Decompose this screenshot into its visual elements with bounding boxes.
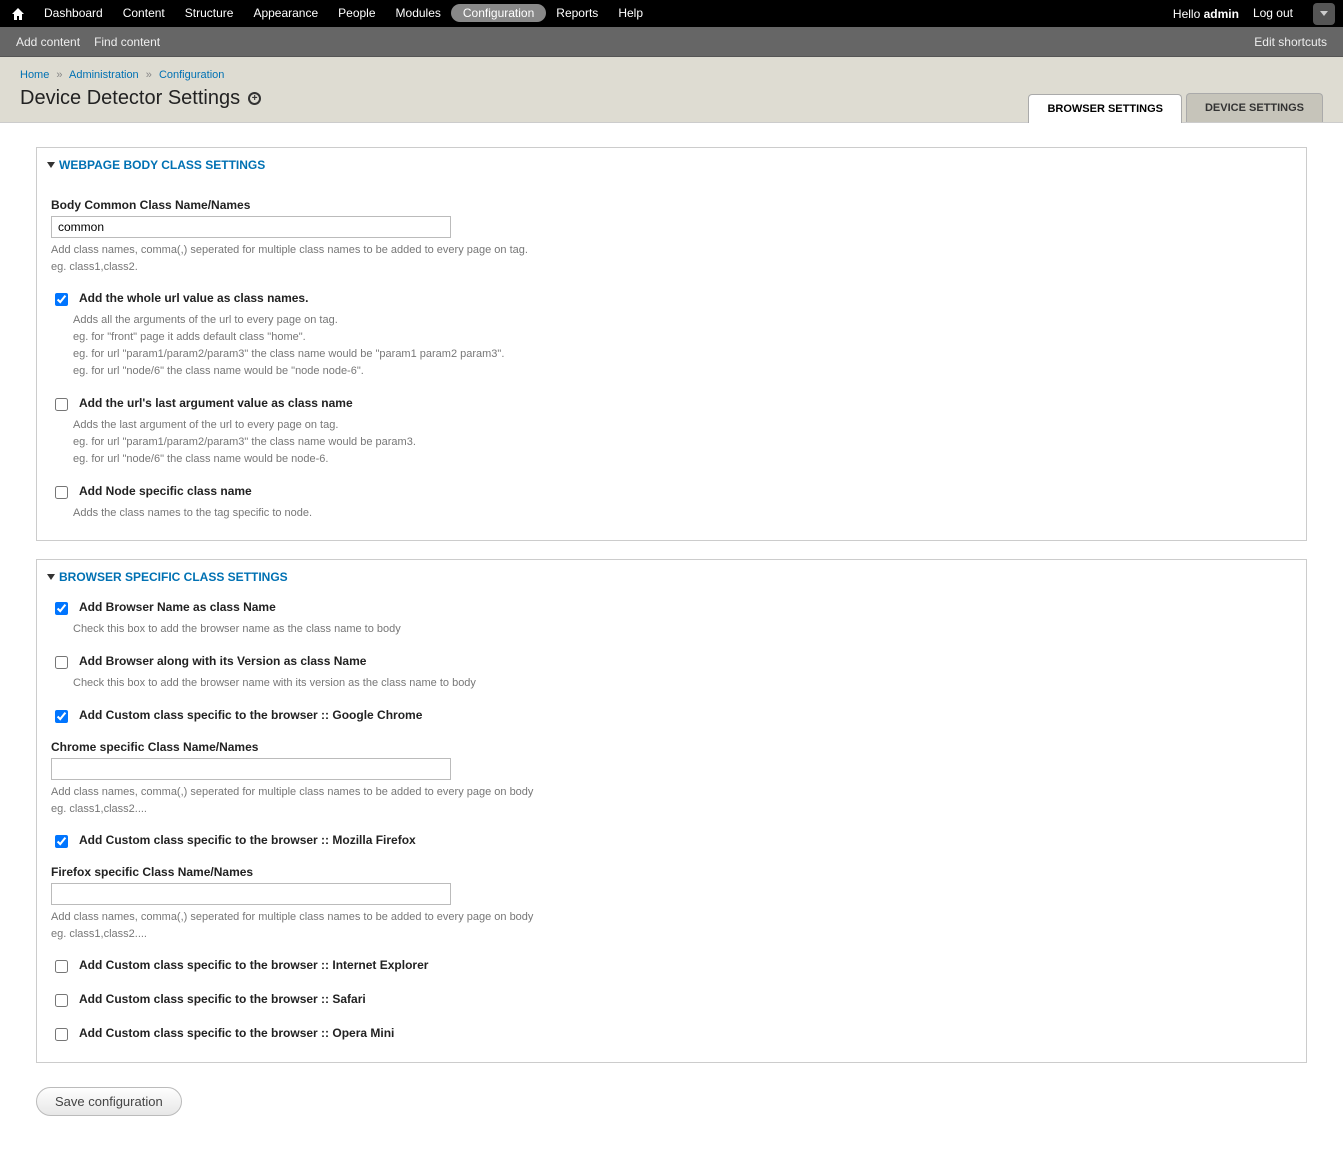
ie-checkbox[interactable] <box>55 960 68 973</box>
menu-item-help[interactable]: Help <box>608 6 653 20</box>
top-menu-left: DashboardContentStructureAppearancePeopl… <box>8 0 653 27</box>
firefox-cb-label[interactable]: Add Custom class specific to the browser… <box>79 833 416 847</box>
collapse-icon <box>47 162 55 168</box>
menu-item-configuration[interactable]: Configuration <box>451 4 546 22</box>
shortcut-toolbar: Add content Find content Edit shortcuts <box>0 27 1343 57</box>
firefox-class-label: Firefox specific Class Name/Names <box>51 865 1292 879</box>
whole-url-desc: Adds all the arguments of the url to eve… <box>73 312 1292 380</box>
user-greeting: Hello admin <box>1173 7 1239 21</box>
menu-item-structure[interactable]: Structure <box>175 6 244 20</box>
tab-browser-settings[interactable]: BROWSER SETTINGS <box>1028 94 1182 123</box>
menu-item-dashboard[interactable]: Dashboard <box>34 6 113 20</box>
firefox-checkbox[interactable] <box>55 835 68 848</box>
breadcrumb-administration[interactable]: Administration <box>69 69 139 81</box>
browser-name-checkbox[interactable] <box>55 602 68 615</box>
breadcrumb-sep: » <box>56 69 62 81</box>
browser-name-desc: Check this box to add the browser name a… <box>73 621 1292 638</box>
last-arg-desc: Adds the last argument of the url to eve… <box>73 417 1292 468</box>
safari-checkbox[interactable] <box>55 994 68 1007</box>
page-tabs: BROWSER SETTINGS DEVICE SETTINGS <box>1028 93 1323 122</box>
shortcut-add-content[interactable]: Add content <box>16 35 80 49</box>
ie-cb-label[interactable]: Add Custom class specific to the browser… <box>79 958 428 972</box>
content-region: WEBPAGE BODY CLASS SETTINGS Body Common … <box>0 123 1343 1140</box>
last-arg-label[interactable]: Add the url's last argument value as cla… <box>79 396 353 410</box>
body-class-desc: Add class names, comma(,) seperated for … <box>51 242 1292 275</box>
opera-checkbox[interactable] <box>55 1028 68 1041</box>
shortcut-right: Edit shortcuts <box>1254 35 1327 49</box>
fieldset-body-class: WEBPAGE BODY CLASS SETTINGS Body Common … <box>36 147 1307 541</box>
tab-device-settings[interactable]: DEVICE SETTINGS <box>1186 93 1323 122</box>
add-shortcut-icon[interactable]: + <box>248 92 261 105</box>
shortcut-left: Add content Find content <box>16 35 160 49</box>
home-icon[interactable] <box>10 6 26 22</box>
last-arg-checkbox[interactable] <box>55 398 68 411</box>
edit-shortcuts-link[interactable]: Edit shortcuts <box>1254 35 1327 49</box>
page-title: Device Detector Settings + <box>20 87 261 122</box>
admin-top-menu: DashboardContentStructureAppearancePeopl… <box>0 0 1343 27</box>
fieldset-browser-class: BROWSER SPECIFIC CLASS SETTINGS Add Brow… <box>36 559 1307 1063</box>
fieldset-body-class-legend[interactable]: WEBPAGE BODY CLASS SETTINGS <box>37 148 1306 176</box>
whole-url-label[interactable]: Add the whole url value as class names. <box>79 291 308 305</box>
browser-ver-checkbox[interactable] <box>55 656 68 669</box>
fieldset-browser-class-legend[interactable]: BROWSER SPECIFIC CLASS SETTINGS <box>37 560 1306 588</box>
breadcrumb-configuration[interactable]: Configuration <box>159 69 224 81</box>
menu-item-modules[interactable]: Modules <box>386 6 451 20</box>
node-class-label[interactable]: Add Node specific class name <box>79 484 252 498</box>
browser-ver-label[interactable]: Add Browser along with its Version as cl… <box>79 654 366 668</box>
firefox-class-desc: Add class names, comma(,) seperated for … <box>51 909 1292 942</box>
menu-item-people[interactable]: People <box>328 6 385 20</box>
top-menu-right: Hello admin Log out <box>1173 0 1335 27</box>
breadcrumb: Home » Administration » Configuration <box>20 69 1323 81</box>
firefox-class-input[interactable] <box>51 883 451 905</box>
save-configuration-button[interactable]: Save configuration <box>36 1087 182 1116</box>
chrome-class-label: Chrome specific Class Name/Names <box>51 740 1292 754</box>
top-menu-items: DashboardContentStructureAppearancePeopl… <box>34 0 653 27</box>
menu-item-content[interactable]: Content <box>113 6 175 20</box>
breadcrumb-sep: » <box>146 69 152 81</box>
whole-url-checkbox[interactable] <box>55 293 68 306</box>
browser-name-label[interactable]: Add Browser Name as class Name <box>79 600 276 614</box>
opera-cb-label[interactable]: Add Custom class specific to the browser… <box>79 1026 394 1040</box>
body-class-label: Body Common Class Name/Names <box>51 198 1292 212</box>
node-class-checkbox[interactable] <box>55 486 68 499</box>
chrome-class-desc: Add class names, comma(,) seperated for … <box>51 784 1292 817</box>
menu-item-appearance[interactable]: Appearance <box>243 6 328 20</box>
menu-item-reports[interactable]: Reports <box>546 6 608 20</box>
chrome-checkbox[interactable] <box>55 710 68 723</box>
node-class-desc: Adds the class names to the tag specific… <box>73 505 1292 522</box>
shortcut-dropdown-icon[interactable] <box>1313 3 1335 25</box>
shortcut-find-content[interactable]: Find content <box>94 35 160 49</box>
chrome-class-input[interactable] <box>51 758 451 780</box>
browser-ver-desc: Check this box to add the browser name w… <box>73 675 1292 692</box>
breadcrumb-home[interactable]: Home <box>20 69 49 81</box>
chrome-cb-label[interactable]: Add Custom class specific to the browser… <box>79 708 422 722</box>
body-class-input[interactable] <box>51 216 451 238</box>
logout-link[interactable]: Log out <box>1243 0 1303 27</box>
collapse-icon <box>47 574 55 580</box>
safari-cb-label[interactable]: Add Custom class specific to the browser… <box>79 992 366 1006</box>
page-header: Home » Administration » Configuration De… <box>0 57 1343 123</box>
